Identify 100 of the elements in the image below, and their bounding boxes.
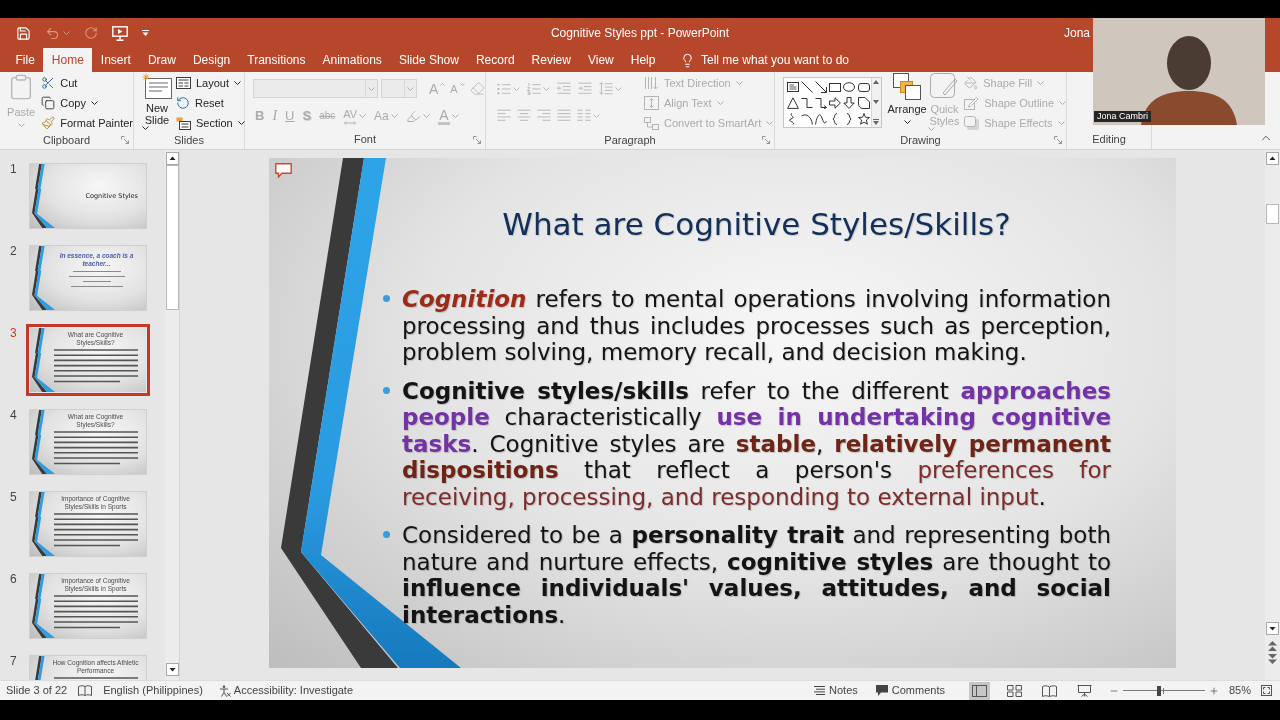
copy-button[interactable]: Copy [41,93,133,113]
folded-shape-icon[interactable] [857,97,870,109]
elbow-connector-icon[interactable] [801,97,814,109]
dialog-launcher-icon[interactable] [121,136,129,144]
dialog-launcher-icon[interactable] [1054,136,1062,144]
section-button[interactable]: Section [176,113,245,133]
spell-check-icon[interactable] [78,684,93,697]
band-bottom-drawing [31,189,55,228]
bullet-icon [383,295,390,302]
ribbon-tab[interactable]: Design [184,48,239,72]
language-status[interactable]: English (Philippines) [103,682,203,699]
rounded-rectangle-icon[interactable] [857,81,870,93]
band-top-drawing [35,328,45,354]
dialog-launcher-icon[interactable] [762,136,770,144]
caret-icon[interactable] [903,120,911,124]
caret-icon[interactable] [234,81,242,85]
band-bottom-drawing [31,271,55,310]
ribbon-tab[interactable]: File [7,48,44,72]
zoom-in-icon[interactable] [1208,685,1219,696]
caret-icon[interactable] [237,121,245,125]
ribbon-tab[interactable]: View [579,48,623,72]
customize-caret-icon[interactable] [142,30,149,36]
band-bottom-drawing [31,517,55,556]
ribbon-tab[interactable]: Review [523,48,580,72]
ribbon-tab[interactable]: Animations [314,48,391,72]
group-label: Editing [1092,132,1126,147]
participant-name: Jona Cambri [1094,111,1152,122]
reset-button[interactable]: Reset [176,93,245,113]
slide-number: 7 [10,655,18,667]
zoom-level[interactable]: 85% [1228,682,1251,699]
line-icon[interactable] [801,81,814,93]
slide-number: 5 [10,491,18,503]
arrow-icon[interactable] [815,81,828,93]
slide-number: 3 [10,327,18,339]
cut-button[interactable]: Cut [41,73,133,93]
scrollbar-thumb[interactable] [1266,204,1279,224]
band-top-drawing [35,574,45,600]
elbow-arrow-icon[interactable] [815,97,828,109]
fit-to-window-icon[interactable] [1261,685,1272,696]
section-icon [176,116,191,130]
comment-icon[interactable] [275,163,292,178]
scroll-down-icon[interactable] [165,663,179,676]
paint-bucket-icon [964,76,979,90]
ribbon-tab[interactable]: Insert [92,48,140,72]
paintbrush-icon [41,116,56,130]
layout-button[interactable]: Layout [176,73,245,93]
block-arrow-right-icon[interactable] [829,97,842,109]
ribbon-tab[interactable]: Draw [139,48,185,72]
star-icon[interactable] [857,113,870,125]
gallery-more-icon[interactable] [873,119,880,125]
caret-down-icon [459,82,465,86]
ribbon-tab[interactable]: Help [622,48,664,72]
comments-button[interactable]: Comments [875,682,945,699]
slide-title: What are Cognitive Styles/Skills? [501,205,1012,244]
save-icon[interactable] [16,25,31,41]
format-painter-button[interactable]: Format Painter [41,113,133,133]
curve-icon[interactable] [815,113,828,125]
view-button[interactable] [968,681,990,700]
ribbon-tab[interactable]: Slide Show [390,48,468,72]
notes-button[interactable]: Notes [814,682,858,699]
tell-me-search[interactable]: Tell me what you want to do [679,48,850,72]
scrollbar-thumb[interactable] [165,165,179,310]
scroll-down-icon[interactable] [1266,622,1279,635]
caret-icon[interactable] [142,126,149,130]
zoom-slider-thumb[interactable] [1157,685,1162,696]
bullet-text: Considered to be a personality trait and representing both nature and nurture effects, cognitive styles are thought to influence individuals' values, attitudes, and social interactions. [402,522,1111,628]
bullet-icon [383,386,390,394]
slide-number: 6 [10,573,18,585]
text-box-icon[interactable] [787,81,799,93]
color-bar-icon [437,121,450,125]
zoom-slider[interactable] [1122,685,1205,696]
accessibility-status[interactable]: Accessibility: Investigate [218,682,354,699]
dialog-launcher-icon[interactable] [473,136,481,144]
block-arrow-down-icon[interactable] [843,97,856,109]
user-name[interactable]: Jona [1063,24,1090,42]
rectangle-icon[interactable] [829,81,842,93]
quick-styles-icon [930,73,959,100]
scroll-up-icon[interactable] [1266,152,1279,165]
ribbon-tab[interactable]: Record [467,48,524,72]
bullet-text: Cognition refers to mental operations involving information processing and thus includes processes such as perception, problem solving, memory recall, and decision making. [402,286,1111,366]
ribbon-tab[interactable]: Home [43,48,93,72]
previous-slide-icon[interactable] [1268,641,1277,651]
gallery-up-icon[interactable] [873,80,880,84]
arrange-button[interactable]: Arrange [887,73,927,124]
bullet-icon [383,531,390,538]
oval-icon[interactable] [843,81,856,93]
slideshow-view-icon [1076,684,1092,697]
gallery-down-icon[interactable] [873,99,880,104]
slide-number: 2 [10,245,18,257]
scroll-up-icon[interactable] [165,152,179,165]
arc-icon[interactable] [801,113,814,125]
double-arrow-icon [344,121,357,125]
new-slide-button[interactable]: New Slide [142,73,172,130]
caret-icon[interactable] [90,101,98,105]
ribbon-tab[interactable]: Transitions [238,48,314,72]
band-bottom-drawing [31,435,55,474]
presentation-screen-icon[interactable] [112,25,128,41]
next-slide-icon[interactable] [1268,654,1277,664]
smartart-icon [644,116,659,130]
triangle-icon[interactable] [787,97,799,109]
